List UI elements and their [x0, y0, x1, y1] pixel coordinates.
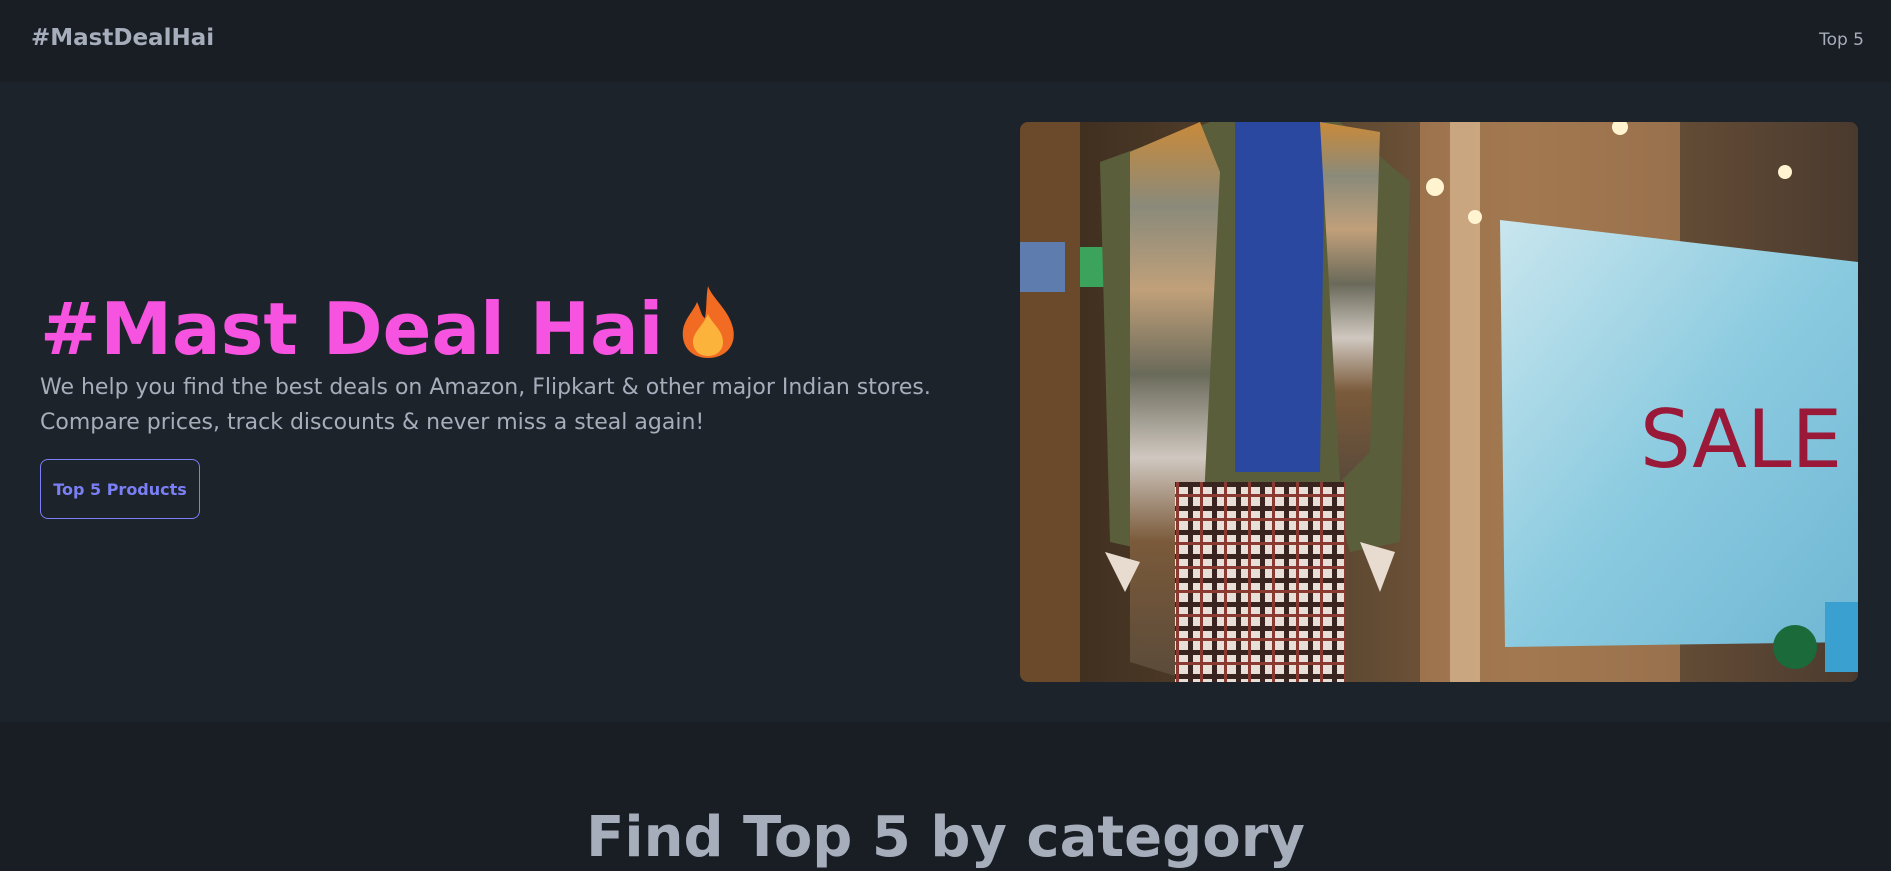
store-sale-photo: SALE [1020, 122, 1858, 682]
hero-title: #Mast Deal Hai [40, 284, 737, 375]
section-title: Find Top 5 by category [586, 805, 1305, 870]
hero-section: #Mast Deal Hai We help you find the best… [0, 82, 1891, 722]
hero-image: SALE [1020, 122, 1858, 682]
brand-link[interactable]: #MastDealHai [31, 25, 214, 51]
navbar: #MastDealHai Top 5 [0, 0, 1891, 82]
sale-sign-text: SALE [1640, 393, 1842, 486]
fire-icon [679, 284, 737, 375]
hero-title-text: #Mast Deal Hai [40, 287, 664, 371]
hero-description: We help you find the best deals on Amazo… [40, 375, 931, 435]
nav-link-top5[interactable]: Top 5 [1819, 30, 1864, 50]
top5-products-button[interactable]: Top 5 Products [40, 459, 200, 519]
